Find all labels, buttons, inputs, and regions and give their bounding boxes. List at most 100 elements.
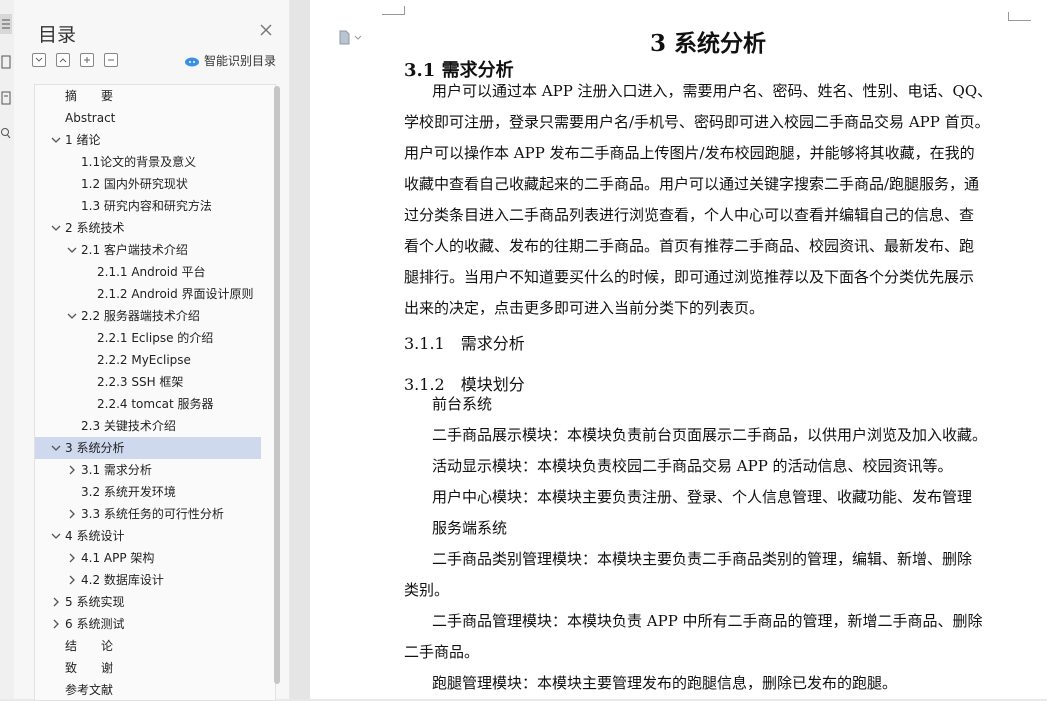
toc-item-label: 1.3 研究内容和研究方法 — [81, 199, 212, 213]
toc-item-label: 1 绪论 — [65, 133, 101, 147]
toc-item[interactable]: 2.2.3 SSH 框架 — [35, 371, 261, 393]
toc-item-label: 致 谢 — [65, 661, 114, 675]
toc-item[interactable]: 结 论 — [35, 635, 261, 657]
toc-item[interactable]: 4 系统设计 — [35, 525, 261, 547]
toc-item-label: 结 论 — [65, 639, 114, 653]
paragraph-line: 学校即可注册，登录只需要用户名/手机号、密码即可进入校园二手商品交易 APP 首… — [404, 113, 990, 131]
toc-item[interactable]: 2 系统技术 — [35, 217, 261, 239]
chevron-right-icon[interactable] — [67, 509, 77, 519]
paragraph-line: 用户可以操作本 APP 发布二手商品上传图片/发布校园跑腿，并能够将其收藏，在我… — [404, 144, 975, 162]
toc-item-label: Abstract — [65, 111, 116, 125]
collapse-up-icon[interactable] — [56, 53, 70, 67]
toc-item-label: 2.2 服务器端技术介绍 — [81, 309, 200, 323]
toc-item[interactable]: 4.2 数据库设计 — [35, 569, 261, 591]
crop-mark — [382, 6, 405, 15]
toc-item[interactable]: Abstract — [35, 107, 261, 129]
toc-item[interactable]: 2.1.2 Android 界面设计原则 — [35, 283, 261, 305]
toc-item-label: 3.1 需求分析 — [81, 463, 152, 477]
toc-item-label: 4 系统设计 — [65, 529, 125, 543]
toc-item-label: 2 系统技术 — [65, 221, 125, 235]
paragraph-line: 二手商品管理模块：本模块负责 APP 中所有二手商品的管理，新增二手商品、删除 — [432, 612, 983, 630]
toc-item-label: 3 系统分析 — [65, 441, 125, 455]
toc-item[interactable]: 摘 要 — [35, 85, 261, 107]
toc-toolbar — [32, 53, 118, 67]
chevron-down-icon[interactable] — [51, 223, 61, 233]
paragraph-line: 跑腿管理模块：本模块主要管理发布的跑腿信息，删除已发布的跑腿。 — [432, 674, 898, 692]
crop-mark — [1008, 12, 1031, 21]
remove-item-icon[interactable] — [104, 53, 118, 67]
subsection-title: 3.1.1 需求分析 — [404, 334, 525, 353]
paragraph-line: 活动显示模块：本模块负责校园二手商品交易 APP 的活动信息、校园资讯等。 — [432, 457, 953, 475]
toc-item-label: 3.2 系统开发环境 — [81, 485, 176, 499]
toc-item[interactable]: 3.1 需求分析 — [35, 459, 261, 481]
chapter-title: 3 系统分析 — [650, 30, 767, 57]
toc-item[interactable]: 致 谢 — [35, 657, 261, 679]
add-item-icon[interactable] — [80, 53, 94, 67]
paragraph-line: 二手商品类别管理模块：本模块主要负责二手商品类别的管理，编辑、新增、删除 — [432, 550, 973, 568]
paragraph-line: 二手商品。 — [404, 643, 480, 661]
cloud-icon — [185, 57, 199, 66]
paragraph-line: 过分类条目进入二手商品列表进行浏览查看，个人中心可以查看并编辑自己的信息、查 — [404, 206, 975, 224]
toc-item[interactable]: 1.3 研究内容和研究方法 — [35, 195, 261, 217]
toc-item-label: 4.1 APP 架构 — [81, 551, 155, 565]
paragraph-line: 前台系统 — [432, 395, 493, 413]
toc-item[interactable]: 3 系统分析 — [35, 437, 261, 459]
toc-item-label: 1.1论文的背景及意义 — [81, 155, 197, 169]
chevron-right-icon[interactable] — [51, 619, 61, 629]
close-icon[interactable] — [258, 22, 274, 38]
chevron-right-icon[interactable] — [67, 465, 77, 475]
chevron-right-icon[interactable] — [51, 597, 61, 607]
toc-item-label: 2.1.1 Android 平台 — [97, 265, 206, 279]
toc-scrollbar[interactable] — [274, 86, 280, 684]
paragraph-line: 收藏中查看自己收藏起来的二手商品。用户可以通过关键字搜索二手商品/跑腿服务，通 — [404, 175, 980, 193]
chevron-down-icon[interactable] — [67, 245, 77, 255]
toc-item-label: 3.3 系统任务的可行性分析 — [81, 507, 224, 521]
toc-panel-icon[interactable] — [0, 14, 12, 34]
toc-item[interactable]: 4.1 APP 架构 — [35, 547, 261, 569]
toc-item[interactable]: 5 系统实现 — [35, 591, 261, 613]
toc-item[interactable]: 2.1 客户端技术介绍 — [35, 239, 261, 261]
toc-item[interactable]: 6 系统测试 — [35, 613, 261, 635]
toc-item[interactable]: 1.2 国内外研究现状 — [35, 173, 261, 195]
chevron-down-icon[interactable] — [51, 443, 61, 453]
chevron-down-icon[interactable] — [67, 311, 77, 321]
toc-item[interactable]: 2.1.1 Android 平台 — [35, 261, 261, 283]
toc-item[interactable]: 2.3 关键技术介绍 — [35, 415, 261, 437]
paragraph-line: 看个人的收藏、发布的往期二手商品。首页有推荐二手商品、校园资讯、最新发布、跑 — [404, 237, 975, 255]
left-icon-rail — [0, 0, 15, 699]
toc-item-label: 2.3 关键技术介绍 — [81, 419, 176, 433]
toc-item[interactable]: 3.3 系统任务的可行性分析 — [35, 503, 261, 525]
toc-item-label: 4.2 数据库设计 — [81, 573, 164, 587]
toc-list: 摘 要 Abstract 1 绪论 1.1论文的背景及意义 1.2 国内外研究现状 1.3… — [34, 84, 276, 701]
page-icon[interactable] — [0, 52, 12, 72]
toc-item-label: 2.2.4 tomcat 服务器 — [97, 397, 214, 411]
smart-recognize-label: 智能识别目录 — [204, 54, 277, 68]
toc-item[interactable]: 3.2 系统开发环境 — [35, 481, 261, 503]
toc-item-label: 摘 要 — [65, 89, 114, 103]
smart-recognize-button[interactable]: 智能识别目录 — [184, 52, 276, 69]
expand-down-icon[interactable] — [32, 53, 46, 67]
toc-item[interactable]: 2.2.2 MyEclipse — [35, 349, 261, 371]
chevron-right-icon[interactable] — [67, 575, 77, 585]
bookmark-icon[interactable] — [0, 88, 12, 108]
paragraph-line: 用户可以通过本 APP 注册入口进入，需要用户名、密码、姓名、性别、电话、QQ、 — [432, 82, 993, 100]
toc-item[interactable]: 2.2.1 Eclipse 的介绍 — [35, 327, 261, 349]
document-icon[interactable] — [337, 30, 363, 50]
toc-item[interactable]: 2.2 服务器端技术介绍 — [35, 305, 261, 327]
chevron-down-icon[interactable] — [51, 531, 61, 541]
paragraph-line: 腿排行。当用户不知道要买什么的时候，即可通过浏览推荐以及下面各个分类优先展示 — [404, 268, 975, 286]
paragraph-line: 服务端系统 — [432, 519, 508, 537]
toc-item[interactable]: 1 绪论 — [35, 129, 261, 151]
paragraph-line: 二手商品展示模块：本模块负责前台页面展示二手商品，以供用户浏览及加入收藏。 — [432, 426, 988, 444]
chevron-right-icon[interactable] — [67, 553, 77, 563]
toc-item[interactable]: 1.1论文的背景及意义 — [35, 151, 261, 173]
toc-item[interactable]: 2.2.4 tomcat 服务器 — [35, 393, 261, 415]
search-icon[interactable] — [0, 124, 12, 144]
toc-item-label: 2.1.2 Android 界面设计原则 — [97, 287, 254, 301]
paragraph-line: 类别。 — [404, 581, 450, 599]
toc-item-label: 2.2.3 SSH 框架 — [97, 375, 184, 389]
toc-item[interactable]: 参考文献 — [35, 679, 261, 700]
toc-item-label: 2.2.1 Eclipse 的介绍 — [97, 331, 214, 345]
toc-item-label: 2.2.2 MyEclipse — [97, 353, 191, 367]
chevron-down-icon[interactable] — [51, 135, 61, 145]
